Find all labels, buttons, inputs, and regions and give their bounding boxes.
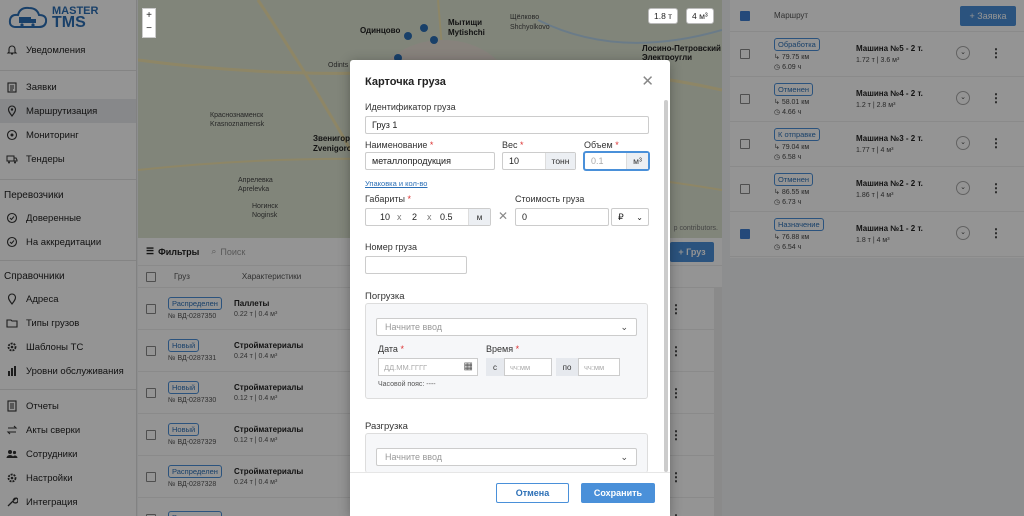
map-weight-chip: 1.8 т: [648, 8, 679, 24]
loading-title: Погрузка: [365, 291, 405, 302]
cost-label: Стоимость груза: [515, 194, 585, 204]
cargo-card-modal: Карточка груза ✕ Идентификатор груза Гру…: [350, 60, 670, 516]
loading-time-label: Время: [486, 344, 514, 354]
zoom-out-button[interactable]: −: [143, 22, 155, 35]
volume-unit: м³: [626, 153, 648, 169]
loading-date-label: Дата: [378, 344, 398, 354]
loading-timezone: Часовой пояс: ----: [378, 381, 436, 388]
cancel-button[interactable]: Отмена: [496, 483, 569, 503]
volume-input[interactable]: 0.1 м³: [584, 152, 649, 170]
unloading-section: Начните ввод ⌄: [365, 433, 648, 473]
dimensions-label: Габариты: [365, 194, 405, 204]
loading-time-to-input[interactable]: чч:мм: [578, 358, 620, 376]
packing-link[interactable]: Упаковка и кол-во: [365, 179, 427, 188]
cargo-number-label: Номер груза: [365, 242, 418, 252]
cost-input[interactable]: 0: [515, 208, 609, 226]
map-zoom-control[interactable]: + −: [142, 8, 156, 38]
weight-unit: тонн: [545, 153, 575, 169]
calendar-icon[interactable]: ▦: [464, 361, 473, 372]
modal-footer: Отмена Сохранить: [350, 472, 670, 516]
modal-scrollbar[interactable]: [664, 100, 668, 472]
height-value: 0.5: [440, 212, 453, 222]
unloading-address-select[interactable]: Начните ввод ⌄: [376, 448, 637, 466]
volume-label: Объем: [584, 140, 613, 150]
chevron-down-icon: ⌄: [620, 322, 628, 332]
loading-section: Начните ввод ⌄ Дата * ДД.ММ.ГГГГ ▦ Время…: [365, 303, 648, 399]
length-value: 10: [380, 212, 391, 222]
cargo-name-input[interactable]: металлопродукция: [365, 152, 495, 170]
cargo-id-label: Идентификатор груза: [365, 102, 456, 112]
unloading-title: Разгрузка: [365, 421, 408, 432]
map-attribution[interactable]: p contributors.: [674, 225, 718, 232]
close-icon[interactable]: ✕: [641, 72, 654, 90]
chevron-down-icon: ⌄: [636, 212, 643, 222]
cargo-name-label: Наименование: [365, 140, 428, 150]
currency-select[interactable]: ₽ ⌄: [611, 208, 649, 226]
loading-date-input[interactable]: ДД.ММ.ГГГГ ▦: [378, 358, 478, 376]
zoom-in-button[interactable]: +: [143, 9, 155, 22]
width-value: 2: [412, 212, 418, 222]
loading-address-select[interactable]: Начните ввод ⌄: [376, 318, 637, 336]
weight-input[interactable]: 10 тонн: [502, 152, 576, 170]
dimensions-unit: м: [468, 209, 490, 225]
cargo-number-input[interactable]: [365, 256, 467, 274]
cargo-id-input[interactable]: Груз 1: [365, 116, 649, 134]
loading-time-from-input[interactable]: чч:мм: [504, 358, 552, 376]
save-button[interactable]: Сохранить: [581, 483, 655, 503]
map-volume-chip: 4 м³: [686, 8, 714, 24]
dimensions-input[interactable]: 10 x 2 x 0.5 м: [365, 208, 491, 226]
chevron-down-icon: ⌄: [620, 452, 628, 462]
modal-title: Карточка груза: [365, 76, 446, 88]
close-icon-dimensions[interactable]: ✕: [498, 209, 508, 223]
weight-label: Вес: [502, 140, 518, 150]
